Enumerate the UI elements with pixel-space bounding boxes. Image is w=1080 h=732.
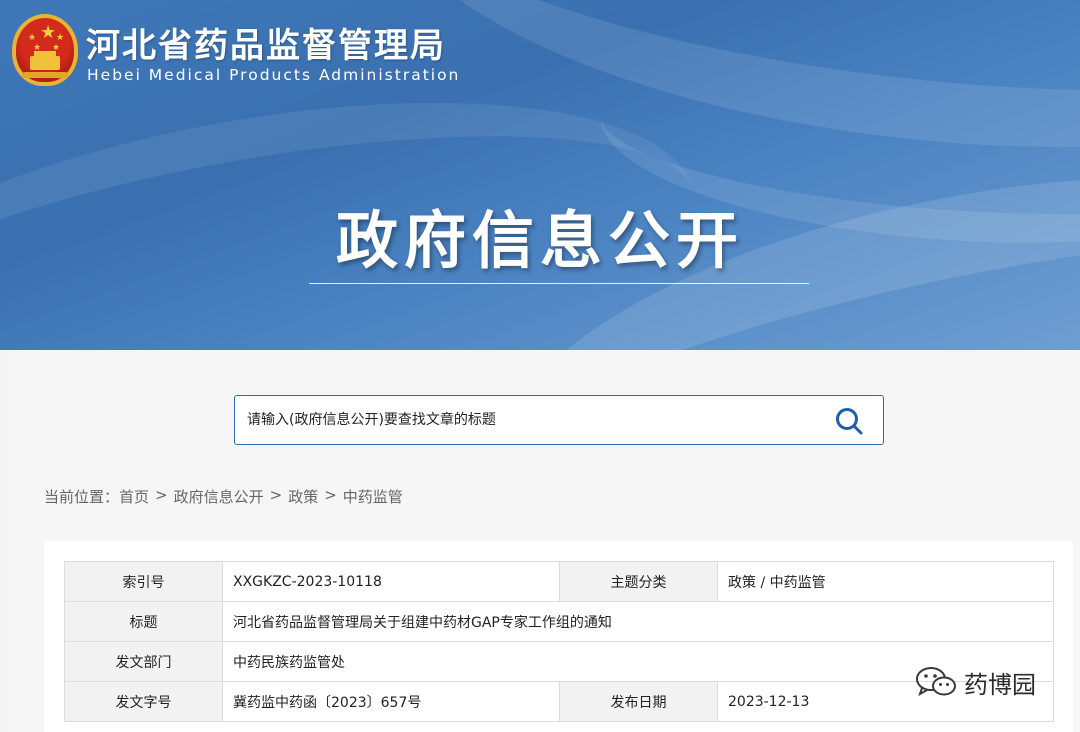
search-box <box>234 395 884 445</box>
breadcrumb-prefix: 当前位置： <box>44 488 120 506</box>
topic-category-label: 主题分类 <box>559 561 718 602</box>
breadcrumb-gov-info[interactable]: 政府信息公开 <box>174 486 264 507</box>
header-banner: ★ ★ ★ ★ ★ 河北省药品监督管理局 Hebei Medical Produ… <box>0 0 1080 350</box>
publish-date-label: 发布日期 <box>559 681 718 722</box>
site-title[interactable]: 河北省药品监督管理局 <box>86 18 446 67</box>
table-row: 标题 河北省药品监督管理局关于组建中药材GAP专家工作组的通知 <box>64 601 1054 642</box>
issuing-department-label: 发文部门 <box>64 641 223 682</box>
breadcrumb-separator: > <box>324 486 337 504</box>
table-row: 发文字号 冀药监中药函〔2023〕657号 发布日期 2023-12-13 <box>64 681 1054 722</box>
breadcrumb-policy[interactable]: 政策 <box>288 486 318 507</box>
document-meta-table: 索引号 XXGKZC-2023-10118 主题分类 政策 / 中药监管 标题 … <box>64 561 1054 722</box>
breadcrumb-tcm-regulation[interactable]: 中药监管 <box>343 486 403 507</box>
index-number-label: 索引号 <box>64 561 223 602</box>
table-row: 索引号 XXGKZC-2023-10118 主题分类 政策 / 中药监管 <box>64 561 1054 602</box>
breadcrumb-separator: > <box>269 486 283 504</box>
document-number-value: 冀药监中药函〔2023〕657号 <box>222 681 560 722</box>
national-emblem-icon[interactable]: ★ ★ ★ ★ ★ <box>12 14 78 86</box>
breadcrumb-separator: > <box>155 486 168 504</box>
watermark-text: 药博园 <box>964 670 1036 699</box>
document-title-label: 标题 <box>64 601 223 642</box>
topic-category-value: 政策 / 中药监管 <box>717 561 1054 602</box>
document-title-value: 河北省药品监督管理局关于组建中药材GAP专家工作组的通知 <box>222 601 1054 642</box>
document-number-label: 发文字号 <box>64 681 223 722</box>
source-watermark: 药博园 <box>914 664 1036 700</box>
site-subtitle: Hebei Medical Products Administration <box>87 66 461 84</box>
wechat-icon <box>916 667 956 697</box>
breadcrumb-home[interactable]: 首页 <box>119 486 149 507</box>
index-number-value: XXGKZC-2023-10118 <box>222 561 560 602</box>
section-title: 政府信息公开 <box>335 204 744 277</box>
title-underline <box>309 283 809 284</box>
search-icon[interactable] <box>835 407 863 435</box>
table-row: 发文部门 中药民族药监管处 <box>64 641 1054 682</box>
breadcrumb: 当前位置： 首页 > 政府信息公开 > 政策 > 中药监管 <box>44 486 403 507</box>
search-input[interactable] <box>247 396 807 444</box>
